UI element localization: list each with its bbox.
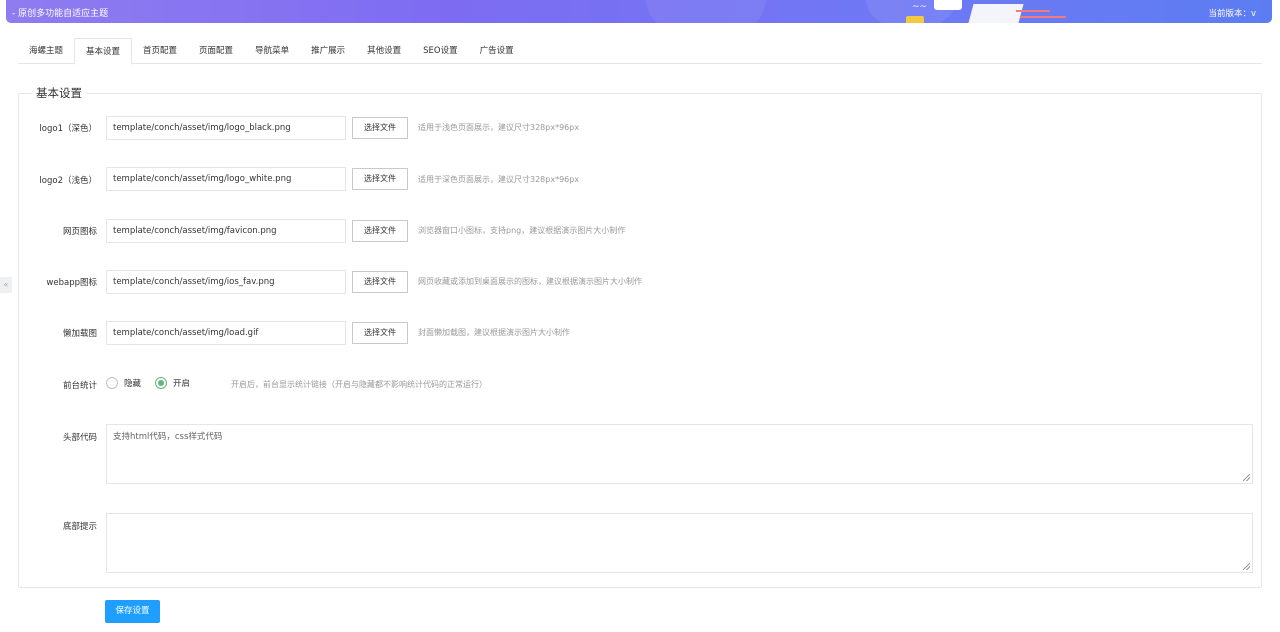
stats-radio-hide[interactable]: 隐藏: [106, 377, 141, 389]
banner-illustration-steam: ~~: [912, 2, 928, 12]
banner-illustration-line: [1020, 16, 1066, 18]
footer-tip-textarea[interactable]: [106, 513, 1253, 573]
tab-basic-settings[interactable]: 基本设置: [74, 38, 133, 65]
tab-page-config[interactable]: 页面配置: [188, 38, 244, 64]
banner-illustration-line: [1016, 10, 1050, 12]
resize-grip-icon[interactable]: [1243, 474, 1250, 481]
lazyload-hint: 封面懒加载图，建议根据演示图片大小制作: [418, 328, 570, 337]
stats-radio-group: 隐藏 开启: [106, 377, 204, 389]
logo1-label: logo1（深色）: [39, 124, 97, 134]
tab-seo-settings[interactable]: SEO设置: [412, 38, 468, 64]
radio-checked-icon: [155, 377, 168, 389]
logo2-choose-file-button[interactable]: 选择文件: [352, 168, 408, 190]
logo1-choose-file-button[interactable]: 选择文件: [352, 117, 408, 139]
tab-nav-menu[interactable]: 导航菜单: [244, 38, 300, 64]
save-settings-button[interactable]: 保存设置: [105, 600, 160, 623]
stats-radio-on[interactable]: 开启: [155, 377, 190, 389]
tab-conch-theme[interactable]: 海螺主题: [18, 38, 74, 64]
webapp-icon-choose-file-button[interactable]: 选择文件: [352, 271, 408, 293]
tab-other-settings[interactable]: 其他设置: [356, 38, 412, 64]
head-code-textarea[interactable]: 支持html代码，css样式代码: [106, 424, 1253, 484]
logo2-hint: 适用于深色页面展示，建议尺寸328px*96px: [418, 175, 580, 184]
favicon-hint: 浏览器窗口小图标，支持png，建议根据演示图片大小制作: [418, 226, 626, 235]
favicon-choose-file-button[interactable]: 选择文件: [352, 220, 408, 242]
banner-illustration-bubble: [934, 0, 962, 10]
section-legend: 基本设置: [32, 85, 86, 101]
resize-grip-icon[interactable]: [1243, 563, 1250, 570]
favicon-label: 网页图标: [62, 227, 97, 237]
logo1-hint: 适用于浅色页面展示，建议尺寸328px*96px: [418, 123, 580, 132]
radio-unchecked-icon: [106, 377, 118, 389]
tab-promotion[interactable]: 推广展示: [300, 38, 356, 64]
tab-home-config[interactable]: 首页配置: [132, 38, 188, 64]
logo2-label: logo2（浅色）: [39, 176, 97, 186]
head-code-label: 头部代码: [62, 433, 97, 443]
stats-radio-on-label: 开启: [173, 379, 191, 389]
webapp-icon-label: webapp图标: [46, 278, 97, 288]
lazyload-choose-file-button[interactable]: 选择文件: [352, 322, 408, 344]
version-label[interactable]: 当前版本：v: [1208, 7, 1256, 19]
banner-decoration: [646, 0, 766, 23]
stats-hint: 开启后，前台显示统计链接（开启与隐藏都不影响统计代码的正常运行）: [231, 380, 487, 389]
webapp-icon-input[interactable]: template/conch/asset/img/ios_fav.png: [106, 270, 346, 294]
stats-label: 前台统计: [62, 381, 97, 391]
header-banner: ~~ - 原创多功能自适应主题 当前版本：v: [6, 0, 1272, 23]
footer-tip-label: 底部提示: [62, 522, 97, 532]
lazyload-input[interactable]: template/conch/asset/img/load.gif: [106, 321, 346, 345]
webapp-icon-hint: 网页收藏或添加到桌面展示的图标，建议根据演示图片大小制作: [418, 277, 642, 286]
banner-illustration-laptop: [968, 4, 1024, 23]
favicon-input[interactable]: template/conch/asset/img/favicon.png: [106, 219, 346, 243]
tab-ad-settings[interactable]: 广告设置: [469, 38, 525, 64]
banner-illustration-cup: [906, 16, 924, 23]
head-code-placeholder: 支持html代码，css样式代码: [113, 432, 223, 442]
app-title: - 原创多功能自适应主题: [12, 9, 109, 19]
stats-radio-hide-label: 隐藏: [124, 379, 142, 389]
logo2-input[interactable]: template/conch/asset/img/logo_white.png: [106, 167, 346, 191]
lazyload-label: 懒加载图: [62, 329, 97, 339]
settings-tabs: 海螺主题 基本设置 首页配置 页面配置 导航菜单 推广展示 其他设置 SEO设置…: [18, 38, 1262, 65]
logo1-input[interactable]: template/conch/asset/img/logo_black.png: [106, 116, 346, 140]
